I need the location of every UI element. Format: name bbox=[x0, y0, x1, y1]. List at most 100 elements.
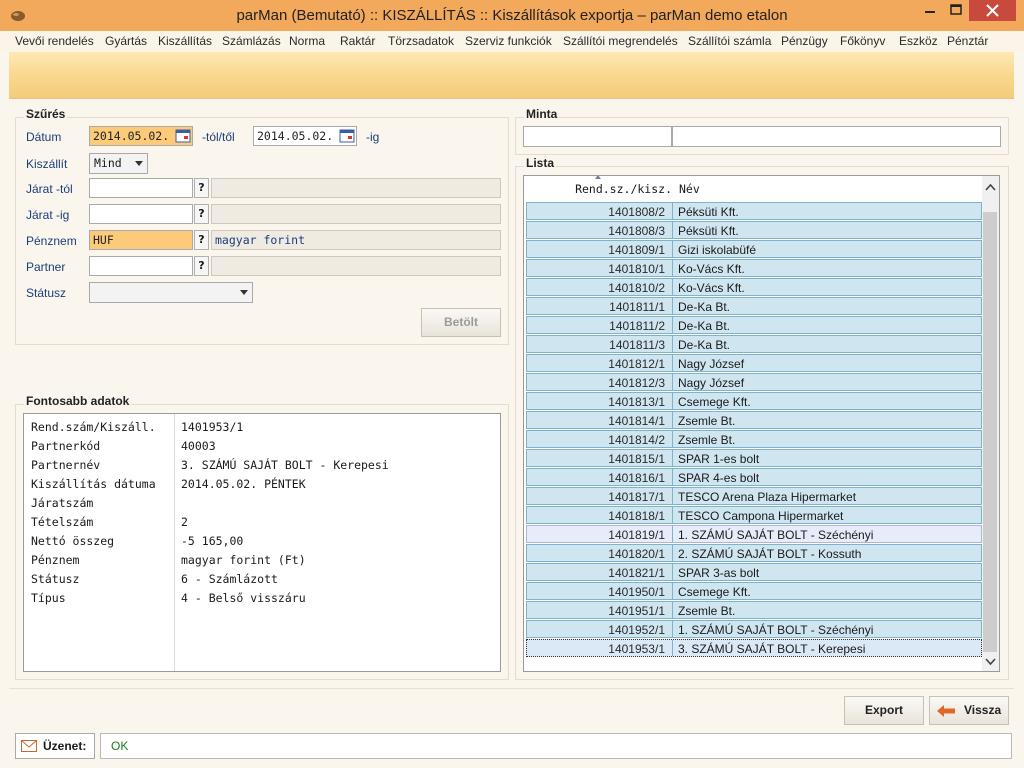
details-value: 4 - Belső visszáru bbox=[181, 591, 306, 605]
currency-input[interactable]: HUF bbox=[89, 230, 193, 250]
route-to-input[interactable] bbox=[89, 204, 193, 224]
partner-label: Partner bbox=[26, 260, 66, 274]
list-cell-divider bbox=[672, 336, 673, 352]
arrow-left-icon bbox=[937, 705, 955, 717]
maximize-icon[interactable] bbox=[943, 0, 969, 21]
list-cell-divider bbox=[672, 564, 673, 580]
list-cell-order: 1401811/2 bbox=[609, 319, 665, 333]
status-label: Státusz bbox=[26, 286, 67, 300]
menu-item-norma[interactable]: Norma bbox=[289, 34, 325, 48]
scroll-up-icon[interactable] bbox=[982, 179, 999, 196]
menu-item-raktar[interactable]: Raktár bbox=[340, 34, 375, 48]
calendar-icon[interactable] bbox=[175, 129, 191, 143]
details-key: Tételszám bbox=[31, 515, 94, 529]
menu-item-vevoi-rendeles[interactable]: Vevői rendelés bbox=[15, 34, 94, 48]
back-button[interactable]: Vissza bbox=[929, 696, 1009, 725]
route-from-lookup-button[interactable]: ? bbox=[194, 178, 209, 198]
menu-item-szallitoi-megrendeles[interactable]: Szállítói megrendelés bbox=[563, 34, 678, 48]
sample-order-input[interactable] bbox=[523, 126, 672, 147]
load-button[interactable]: Betölt bbox=[421, 308, 501, 337]
menu-item-szallitoi-szamla[interactable]: Szállítói számla bbox=[688, 34, 771, 48]
list-row[interactable]: 1401812/3 Nagy József bbox=[526, 373, 982, 391]
status-select[interactable] bbox=[89, 282, 253, 303]
list-row[interactable]: 1401809/1 Gizi iskolabüfé bbox=[526, 240, 982, 258]
list-cell-divider bbox=[672, 355, 673, 371]
details-row: Típus 4 - Belső visszáru bbox=[24, 588, 500, 607]
scrollbar-thumb[interactable] bbox=[983, 212, 997, 652]
partner-lookup-button[interactable]: ? bbox=[194, 256, 209, 276]
date-to-suffix: -ig bbox=[366, 130, 380, 144]
list-cell-divider bbox=[672, 374, 673, 390]
list-row[interactable]: 1401808/3 Péksüti Kft. bbox=[526, 221, 982, 239]
calendar-icon[interactable] bbox=[339, 129, 355, 143]
list-row[interactable]: 1401818/1 TESCO Campona Hipermarket bbox=[526, 506, 982, 524]
list-cell-divider bbox=[672, 298, 673, 314]
list-cell-name: De-Ka Bt. bbox=[678, 300, 731, 314]
route-to-lookup-button[interactable]: ? bbox=[194, 204, 209, 224]
list-row[interactable]: 1401811/2 De-Ka Bt. bbox=[526, 316, 982, 334]
list-row[interactable]: 1401953/1 3. SZÁMÚ SAJÁT BOLT - Kerepesi bbox=[526, 639, 982, 657]
menu-item-fokonyv[interactable]: Főkönyv bbox=[840, 34, 885, 48]
list-row[interactable]: 1401820/1 2. SZÁMÚ SAJÁT BOLT - Kossuth bbox=[526, 544, 982, 562]
list-cell-name: Péksüti Kft. bbox=[678, 205, 739, 219]
list-row[interactable]: 1401808/2 Péksüti Kft. bbox=[526, 202, 982, 220]
list-row[interactable]: 1401816/1 SPAR 4-es bolt bbox=[526, 468, 982, 486]
list-cell-name: Péksüti Kft. bbox=[678, 224, 739, 238]
list-cell-divider bbox=[672, 469, 673, 485]
route-to-label: Járat -ig bbox=[26, 208, 70, 222]
list-row[interactable]: 1401810/2 Ko-Vács Kft. bbox=[526, 278, 982, 296]
list-row[interactable]: 1401812/1 Nagy József bbox=[526, 354, 982, 372]
list-cell-divider bbox=[672, 488, 673, 504]
list-row[interactable]: 1401814/2 Zsemle Bt. bbox=[526, 430, 982, 448]
list-row[interactable]: 1401821/1 SPAR 3-as bolt bbox=[526, 563, 982, 581]
scroll-down-icon[interactable] bbox=[982, 653, 999, 670]
menu-item-szamlazas[interactable]: Számlázás bbox=[222, 34, 281, 48]
details-row: Rend.szám/Kiszáll. 1401953/1 bbox=[24, 417, 500, 436]
filter-group-title: Szűrés bbox=[24, 107, 68, 121]
minimize-icon[interactable] bbox=[917, 0, 943, 21]
list-cell-order: 1401811/3 bbox=[609, 338, 665, 352]
details-value: 2 bbox=[181, 515, 188, 529]
list-cell-name: Gizi iskolabüfé bbox=[678, 243, 757, 257]
details-key: Pénznem bbox=[31, 553, 80, 567]
partner-input[interactable] bbox=[89, 256, 193, 276]
menu-item-torzsadatok[interactable]: Törzsadatok bbox=[388, 34, 454, 48]
close-icon[interactable] bbox=[969, 0, 1016, 21]
list-row[interactable]: 1401814/1 Zsemle Bt. bbox=[526, 411, 982, 429]
route-from-input[interactable] bbox=[89, 178, 193, 198]
list-row[interactable]: 1401811/3 De-Ka Bt. bbox=[526, 335, 982, 353]
list-row[interactable]: 1401950/1 Csemege Kft. bbox=[526, 582, 982, 600]
list-row[interactable]: 1401811/1 De-Ka Bt. bbox=[526, 297, 982, 315]
menu-item-eszkoz[interactable]: Eszköz bbox=[899, 34, 938, 48]
menu-item-gyartas[interactable]: Gyártás bbox=[105, 34, 147, 48]
list-cell-order: 1401812/1 bbox=[608, 357, 665, 371]
list-row[interactable]: 1401952/1 1. SZÁMÚ SAJÁT BOLT - Széchényi bbox=[526, 620, 982, 638]
list-cell-name: De-Ka Bt. bbox=[678, 338, 731, 352]
deliver-select[interactable]: Mind bbox=[89, 153, 148, 174]
list-cell-order: 1401810/1 bbox=[608, 262, 665, 276]
list-scrollbar[interactable] bbox=[982, 176, 999, 671]
list-row[interactable]: 1401810/1 Ko-Vács Kft. bbox=[526, 259, 982, 277]
sample-name-input[interactable] bbox=[672, 126, 1001, 147]
details-row: Tételszám 2 bbox=[24, 512, 500, 531]
menu-item-penztar[interactable]: Pénztár bbox=[947, 34, 988, 48]
column-header-name[interactable]: Név bbox=[679, 182, 700, 196]
list-row[interactable]: 1401817/1 TESCO Arena Plaza Hipermarket bbox=[526, 487, 982, 505]
list-row[interactable]: 1401815/1 SPAR 1-es bolt bbox=[526, 449, 982, 467]
list-cell-name: Zsemle Bt. bbox=[678, 433, 736, 447]
list-row[interactable]: 1401951/1 Zsemle Bt. bbox=[526, 601, 982, 619]
list-cell-divider bbox=[672, 393, 673, 409]
list-row[interactable]: 1401813/1 Csemege Kft. bbox=[526, 392, 982, 410]
list-row[interactable]: 1401819/1 1. SZÁMÚ SAJÁT BOLT - Széchényi bbox=[526, 525, 982, 543]
column-header-order[interactable]: Rend.sz./kisz. bbox=[524, 182, 672, 196]
menu-item-szerviz-funkciok[interactable]: Szerviz funkciók bbox=[465, 34, 552, 48]
menu-item-kiszallitas[interactable]: Kiszállítás bbox=[158, 34, 212, 48]
details-key: Járatszám bbox=[31, 496, 94, 510]
details-row: Pénznem magyar forint (Ft) bbox=[24, 550, 500, 569]
deliver-label: Kiszállít bbox=[26, 157, 68, 171]
export-button[interactable]: Export bbox=[844, 696, 924, 725]
list-cell-divider bbox=[672, 317, 673, 333]
details-row: Partnernév 3. SZÁMÚ SAJÁT BOLT - Kerepesi bbox=[24, 455, 500, 474]
currency-lookup-button[interactable]: ? bbox=[194, 230, 209, 250]
menu-item-penzugy[interactable]: Pénzügy bbox=[781, 34, 828, 48]
